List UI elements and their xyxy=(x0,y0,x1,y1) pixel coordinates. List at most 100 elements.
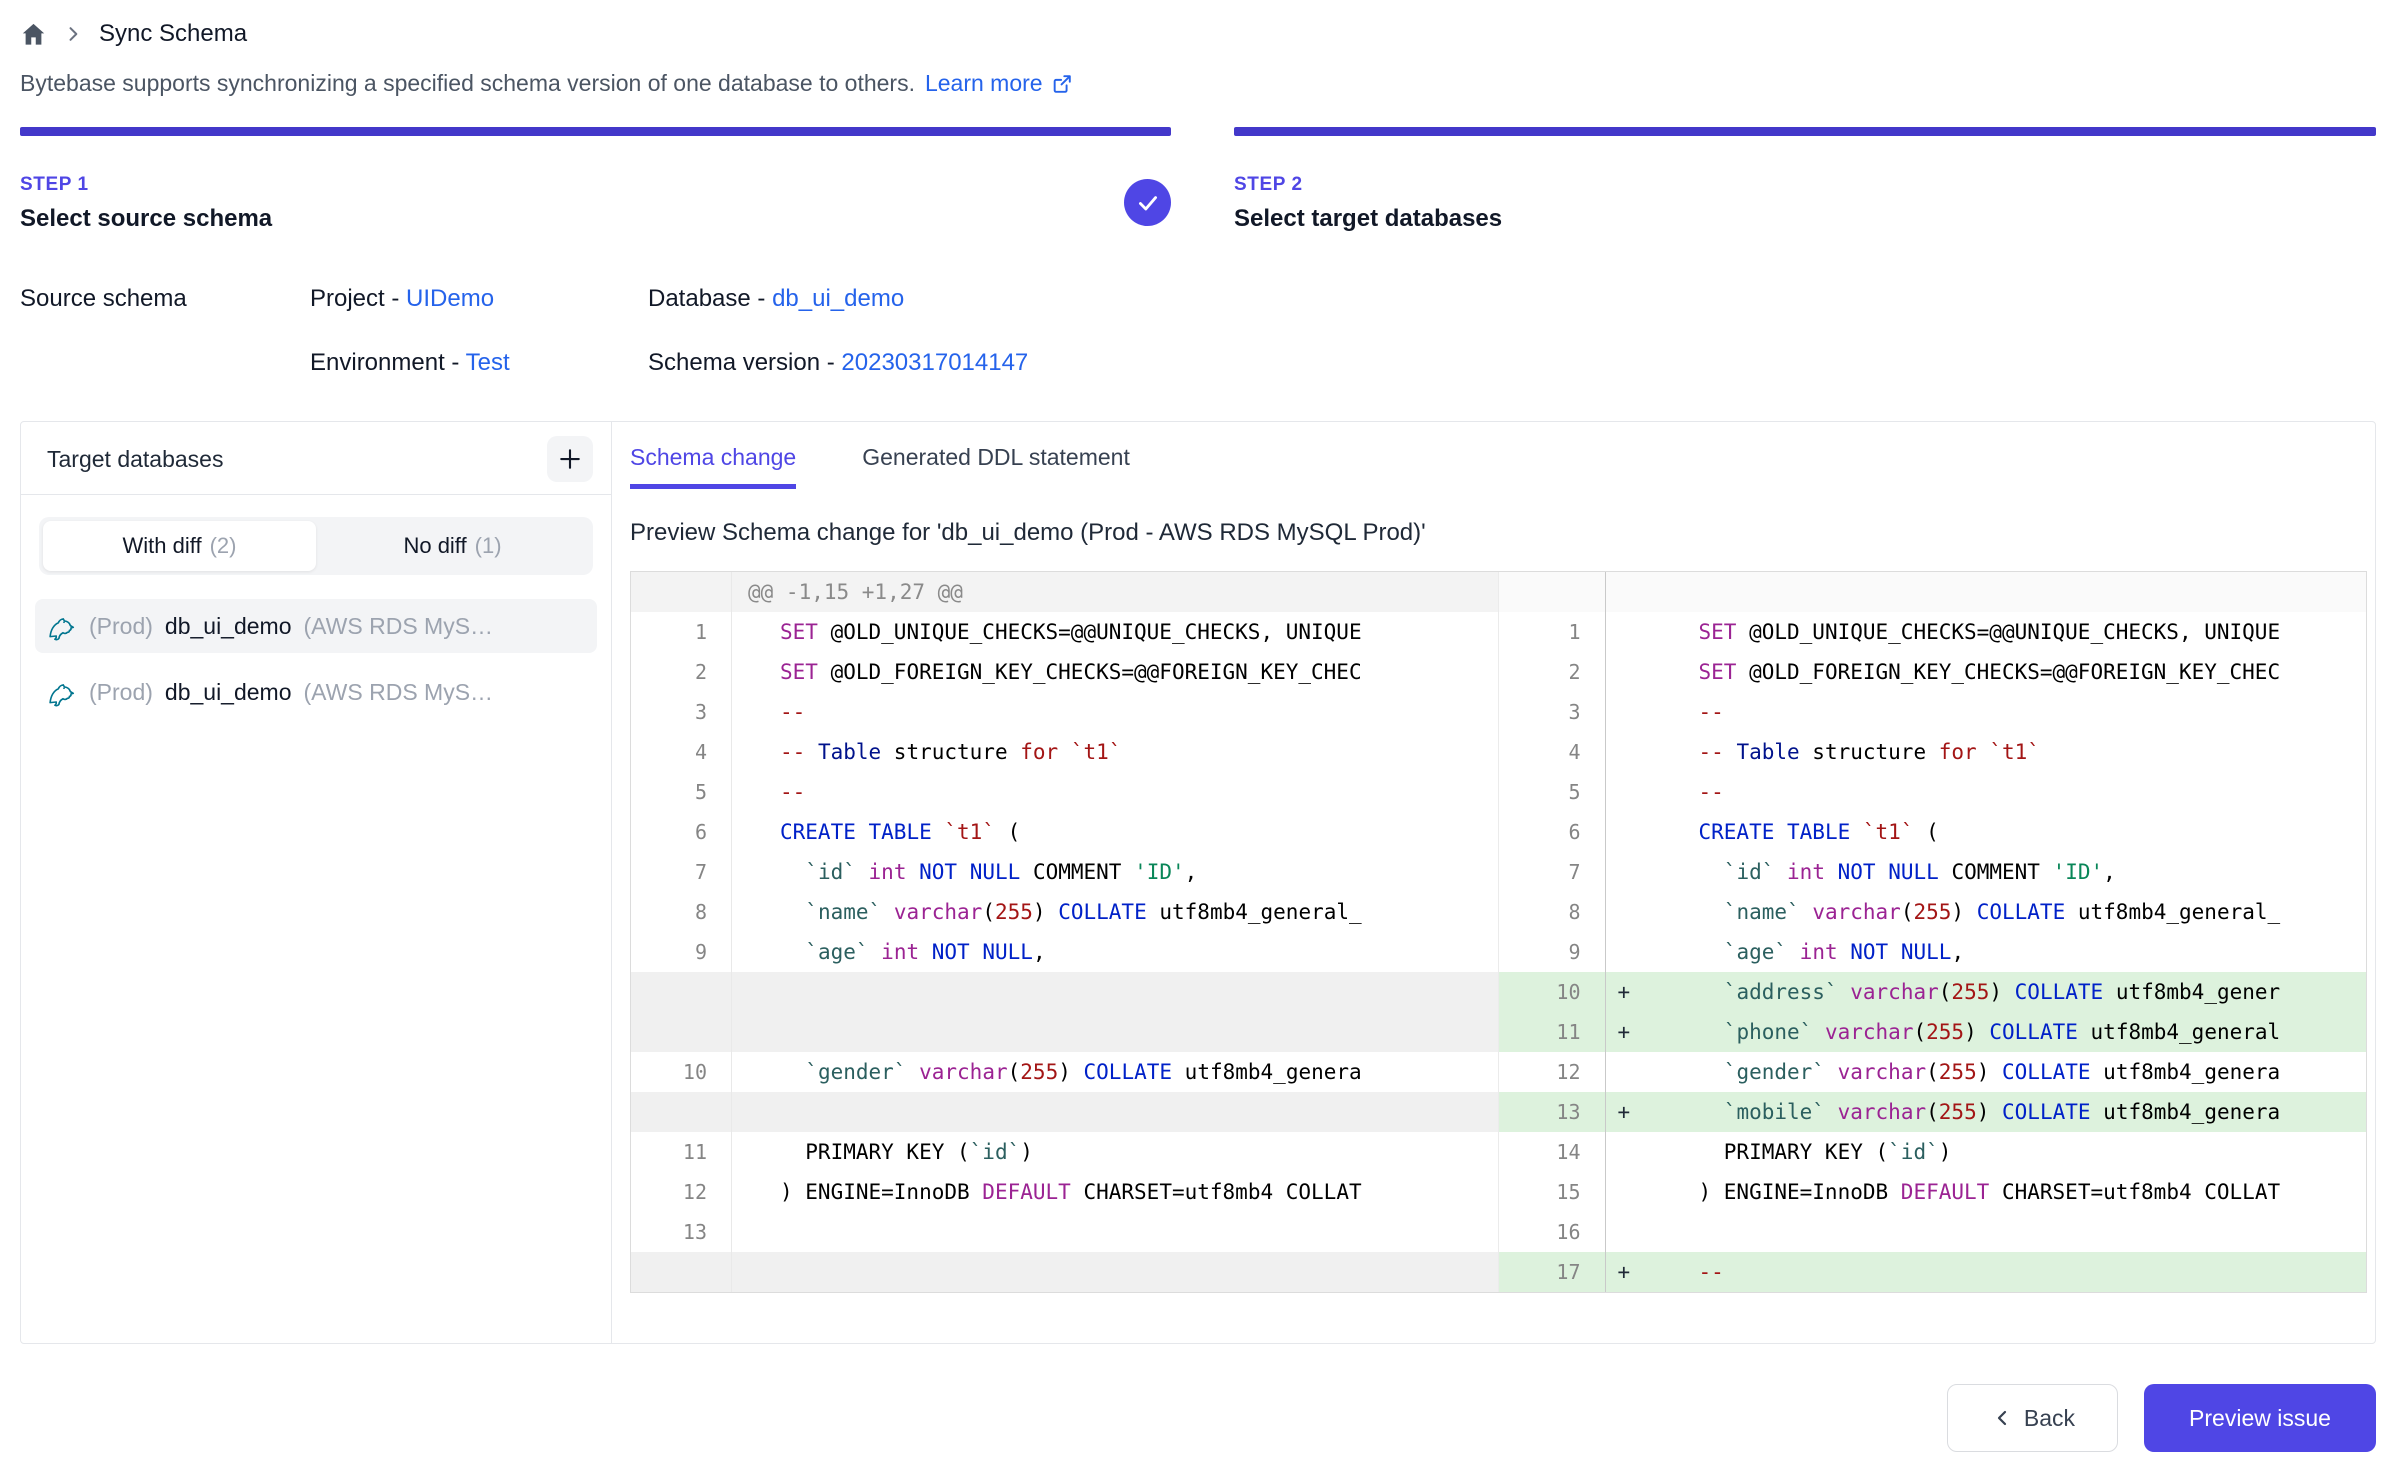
line-number: 8 xyxy=(1499,892,1606,932)
project-link[interactable]: UIDemo xyxy=(406,285,494,312)
line-number: 14 xyxy=(1499,1132,1606,1172)
code-line xyxy=(732,972,1498,1012)
diff-row: 1 SET @OLD_UNIQUE_CHECKS=@@UNIQUE_CHECKS,… xyxy=(1499,612,2367,652)
diff-row: 12 `gender` varchar(255) COLLATE utf8mb4… xyxy=(1499,1052,2367,1092)
schema-diff-editor: @@ -1,15 +1,27 @@1SET @OLD_UNIQUE_CHECKS… xyxy=(630,571,2367,1293)
diff-row: 1SET @OLD_UNIQUE_CHECKS=@@UNIQUE_CHECKS,… xyxy=(631,612,1498,652)
line-number: 3 xyxy=(1499,692,1606,732)
diff-row: 15) ENGINE=InnoDB DEFAULT CHARSET=utf8mb… xyxy=(1499,1172,2367,1212)
preview-issue-button[interactable]: Preview issue xyxy=(2144,1384,2376,1452)
sync-workspace: Target databases With diff (2) No diff (… xyxy=(20,421,2376,1344)
line-number: 16 xyxy=(1499,1212,1606,1252)
environment-link[interactable]: Test xyxy=(466,349,510,376)
learn-more-link[interactable]: Learn more xyxy=(925,70,1073,97)
code-line: `mobile` varchar(255) COLLATE utf8mb4_ge… xyxy=(1651,1092,2367,1132)
diff-row: 7 `id` int NOT NULL COMMENT 'ID', xyxy=(1499,852,2367,892)
target-database-item-1[interactable]: (Prod) db_ui_demo (AWS RDS MyS… xyxy=(35,599,597,653)
code-line: -- Table structure for `t1` xyxy=(732,732,1498,772)
code-line: PRIMARY KEY (`id`) xyxy=(732,1132,1498,1172)
back-button[interactable]: Back xyxy=(1947,1384,2118,1452)
diff-add-marker xyxy=(1606,812,1651,852)
code-line: `phone` varchar(255) COLLATE utf8mb4_gen… xyxy=(1651,1012,2367,1052)
code-line: @@ -1,15 +1,27 @@ xyxy=(732,572,1498,612)
target-databases-panel: Target databases With diff (2) No diff (… xyxy=(21,422,612,1343)
code-line: ) ENGINE=InnoDB DEFAULT CHARSET=utf8mb4 … xyxy=(732,1172,1498,1212)
diff-row xyxy=(631,1092,1498,1132)
line-number: 17 xyxy=(1499,1252,1606,1292)
page-description: Bytebase supports synchronizing a specif… xyxy=(20,70,915,97)
line-number: 5 xyxy=(1499,772,1606,812)
code-line: `name` varchar(255) COLLATE utf8mb4_gene… xyxy=(1651,892,2367,932)
diff-modified-pane[interactable]: 1 SET @OLD_UNIQUE_CHECKS=@@UNIQUE_CHECKS,… xyxy=(1499,572,2367,1292)
diff-row: 9 `age` int NOT NULL, xyxy=(631,932,1498,972)
diff-row: 11 PRIMARY KEY (`id`) xyxy=(631,1132,1498,1172)
diff-row xyxy=(631,1012,1498,1052)
code-line: `gender` varchar(255) COLLATE utf8mb4_ge… xyxy=(1651,1052,2367,1092)
environment-field: Environment - Test xyxy=(310,343,648,383)
code-line: CREATE TABLE `t1` ( xyxy=(1651,812,2367,852)
diff-row: 2SET @OLD_FOREIGN_KEY_CHECKS=@@FOREIGN_K… xyxy=(631,652,1498,692)
diff-row: 2SET @OLD_FOREIGN_KEY_CHECKS=@@FOREIGN_K… xyxy=(1499,652,2367,692)
schema-version-link[interactable]: 20230317014147 xyxy=(841,349,1028,376)
tab-schema-change[interactable]: Schema change xyxy=(630,444,796,489)
code-line: `id` int NOT NULL COMMENT 'ID', xyxy=(732,852,1498,892)
diff-row: @@ -1,15 +1,27 @@ xyxy=(631,572,1498,612)
diff-row: 6CREATE TABLE `t1` ( xyxy=(1499,812,2367,852)
code-line xyxy=(732,1012,1498,1052)
panel-divider xyxy=(21,494,611,495)
step-1: STEP 1 Select source schema xyxy=(20,127,1171,233)
code-line: PRIMARY KEY (`id`) xyxy=(1651,1132,2367,1172)
code-line xyxy=(732,1252,1498,1292)
diff-filter-tabs: With diff (2) No diff (1) xyxy=(39,517,593,575)
code-line: CREATE TABLE `t1` ( xyxy=(732,812,1498,852)
code-line: `id` int NOT NULL COMMENT 'ID', xyxy=(1651,852,2367,892)
diff-row: 16 xyxy=(1499,1212,2367,1252)
diff-add-marker xyxy=(1606,572,1651,612)
line-number: 1 xyxy=(631,612,732,652)
diff-add-marker xyxy=(1606,1212,1651,1252)
code-line xyxy=(732,1092,1498,1132)
preview-title: Preview Schema change for 'db_ui_demo (P… xyxy=(630,519,2375,547)
diff-row: 4-- Table structure for `t1` xyxy=(1499,732,2367,772)
line-number: 11 xyxy=(631,1132,732,1172)
target-database-item-2[interactable]: (Prod) db_ui_demo (AWS RDS MyS… xyxy=(35,665,597,719)
code-line: SET @OLD_UNIQUE_CHECKS=@@UNIQUE_CHECKS, … xyxy=(732,612,1498,652)
tab-no-diff[interactable]: No diff (1) xyxy=(316,521,589,571)
source-schema-summary: Source schema Project - UIDemo Database … xyxy=(0,279,2396,383)
line-number xyxy=(631,1252,732,1292)
preview-section: Schema change Generated DDL statement Pr… xyxy=(612,422,2375,1343)
add-target-database-button[interactable] xyxy=(547,436,593,482)
diff-row: 6CREATE TABLE `t1` ( xyxy=(631,812,1498,852)
diff-row: 10+ `address` varchar(255) COLLATE utf8m… xyxy=(1499,972,2367,1012)
code-line: SET @OLD_UNIQUE_CHECKS=@@UNIQUE_CHECKS, … xyxy=(1651,612,2367,652)
diff-row: 3-- xyxy=(631,692,1498,732)
step-1-completed-badge xyxy=(1124,179,1171,226)
line-number: 6 xyxy=(631,812,732,852)
diff-add-marker xyxy=(1606,772,1651,812)
tab-with-diff[interactable]: With diff (2) xyxy=(43,521,316,571)
diff-add-marker: + xyxy=(1606,1252,1651,1292)
line-number xyxy=(631,572,732,612)
chevron-left-icon xyxy=(1990,1406,2014,1430)
line-number: 3 xyxy=(631,692,732,732)
line-number: 4 xyxy=(1499,732,1606,772)
line-number: 1 xyxy=(1499,612,1606,652)
line-number: 12 xyxy=(631,1172,732,1212)
mysql-icon xyxy=(47,677,77,707)
diff-row: 10 `gender` varchar(255) COLLATE utf8mb4… xyxy=(631,1052,1498,1092)
diff-original-pane[interactable]: @@ -1,15 +1,27 @@1SET @OLD_UNIQUE_CHECKS… xyxy=(631,572,1499,1292)
home-icon[interactable] xyxy=(20,21,47,48)
diff-row: 13+ `mobile` varchar(255) COLLATE utf8mb… xyxy=(1499,1092,2367,1132)
tab-generated-ddl[interactable]: Generated DDL statement xyxy=(862,444,1130,489)
code-line: `name` varchar(255) COLLATE utf8mb4_gene… xyxy=(732,892,1498,932)
source-schema-label: Source schema xyxy=(20,279,310,319)
diff-row: 8 `name` varchar(255) COLLATE utf8mb4_ge… xyxy=(631,892,1498,932)
diff-add-marker xyxy=(1606,1052,1651,1092)
line-number: 13 xyxy=(631,1212,732,1252)
chevron-right-icon xyxy=(63,24,83,44)
diff-add-marker: + xyxy=(1606,1012,1651,1052)
diff-row: 4-- Table structure for `t1` xyxy=(631,732,1498,772)
diff-row xyxy=(631,972,1498,1012)
database-link[interactable]: db_ui_demo xyxy=(772,285,904,312)
diff-add-marker xyxy=(1606,1132,1651,1172)
